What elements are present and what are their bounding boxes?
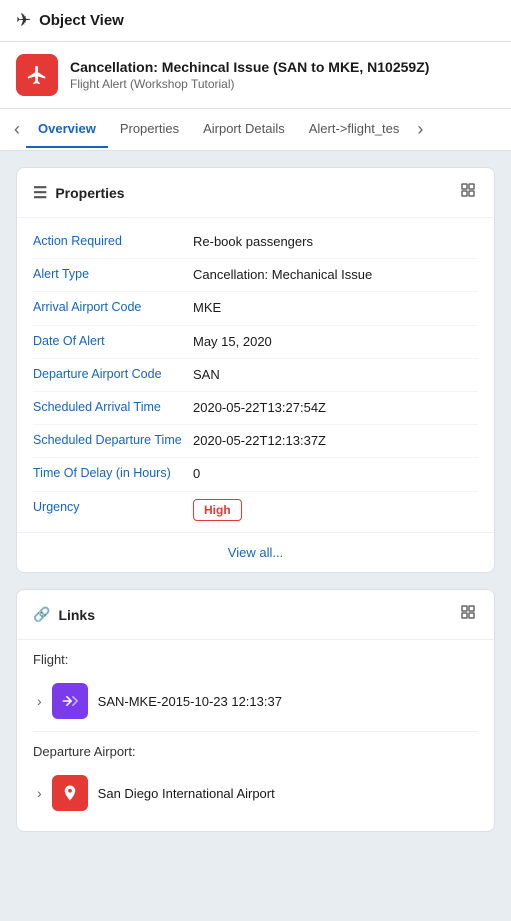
link-chevron-flight: ›: [37, 693, 42, 709]
view-all-link[interactable]: View all...: [228, 545, 283, 560]
flight-link-label: SAN-MKE-2015-10-23 12:13:37: [98, 694, 282, 709]
links-card-title-group: 🔗 Links: [33, 606, 95, 623]
tab-nav: ‹ Overview Properties Airport Details Al…: [0, 109, 511, 151]
properties-card: ☰ Properties Action Required Re-book pas…: [16, 167, 495, 573]
prop-value-urgency: High: [193, 499, 478, 522]
prop-label-alert-type: Alert Type: [33, 266, 193, 284]
prop-label-arrival-airport: Arrival Airport Code: [33, 299, 193, 317]
link-chevron-departure: ›: [37, 785, 42, 801]
links-section: Flight: › SAN-MKE-2015-10-23 12:13:37 De…: [17, 640, 494, 831]
top-bar: ✈ Object View: [0, 0, 511, 42]
alert-header-text: Cancellation: Mechincal Issue (SAN to MK…: [70, 59, 429, 91]
tab-nav-left[interactable]: ‹: [8, 109, 26, 150]
prop-label-date-of-alert: Date Of Alert: [33, 333, 193, 351]
tab-airport-details[interactable]: Airport Details: [191, 111, 297, 148]
prop-label-scheduled-arrival: Scheduled Arrival Time: [33, 399, 193, 417]
prop-label-time-of-delay: Time Of Delay (in Hours): [33, 465, 193, 483]
alert-title: Cancellation: Mechincal Issue (SAN to MK…: [70, 59, 429, 75]
prop-row-departure-airport: Departure Airport Code SAN: [33, 359, 478, 392]
tab-properties[interactable]: Properties: [108, 111, 191, 148]
alert-subtitle: Flight Alert (Workshop Tutorial): [70, 77, 429, 91]
prop-label-action-required: Action Required: [33, 233, 193, 251]
prop-row-date-of-alert: Date Of Alert May 15, 2020: [33, 326, 478, 359]
links-divider: [33, 731, 478, 732]
links-card-title: Links: [58, 607, 95, 623]
prop-value-alert-type: Cancellation: Mechanical Issue: [193, 266, 478, 284]
prop-row-arrival-airport: Arrival Airport Code MKE: [33, 292, 478, 325]
page-title: Object View: [39, 12, 124, 29]
prop-value-scheduled-arrival: 2020-05-22T13:27:54Z: [193, 399, 478, 417]
prop-label-urgency: Urgency: [33, 499, 193, 517]
links-group-label-departure: Departure Airport:: [33, 744, 478, 759]
alert-type-icon: [16, 54, 58, 96]
prop-label-departure-airport: Departure Airport Code: [33, 366, 193, 384]
view-all-row: View all...: [17, 532, 494, 572]
tab-nav-right[interactable]: ›: [411, 109, 429, 150]
flight-link-icon-box: [52, 683, 88, 719]
prop-row-alert-type: Alert Type Cancellation: Mechanical Issu…: [33, 259, 478, 292]
properties-card-title-group: ☰ Properties: [33, 183, 125, 203]
departure-airport-label: San Diego International Airport: [98, 786, 275, 801]
main-content: ☰ Properties Action Required Re-book pas…: [0, 151, 511, 848]
links-card: 🔗 Links Flight: ›: [16, 589, 495, 832]
properties-table: Action Required Re-book passengers Alert…: [17, 218, 494, 532]
alert-header: Cancellation: Mechincal Issue (SAN to MK…: [0, 42, 511, 109]
properties-expand-button[interactable]: [458, 180, 478, 205]
prop-value-time-of-delay: 0: [193, 465, 478, 483]
prop-row-scheduled-arrival: Scheduled Arrival Time 2020-05-22T13:27:…: [33, 392, 478, 425]
prop-value-action-required: Re-book passengers: [193, 233, 478, 251]
links-expand-button[interactable]: [458, 602, 478, 627]
links-group-label-flight: Flight:: [33, 652, 478, 667]
properties-card-title: Properties: [55, 185, 124, 201]
departure-link-icon-box: [52, 775, 88, 811]
prop-value-scheduled-departure: 2020-05-22T12:13:37Z: [193, 432, 478, 450]
urgency-badge: High: [193, 499, 242, 522]
prop-value-date-of-alert: May 15, 2020: [193, 333, 478, 351]
properties-card-header: ☰ Properties: [17, 168, 494, 218]
prop-value-arrival-airport: MKE: [193, 299, 478, 317]
list-icon: ☰: [33, 183, 47, 203]
prop-row-time-of-delay: Time Of Delay (in Hours) 0: [33, 458, 478, 491]
link-icon: 🔗: [33, 606, 50, 623]
tab-overview[interactable]: Overview: [26, 111, 108, 148]
tab-alert-flight-tes[interactable]: Alert->flight_tes: [297, 111, 412, 148]
prop-row-action-required: Action Required Re-book passengers: [33, 226, 478, 259]
prop-row-scheduled-departure: Scheduled Departure Time 2020-05-22T12:1…: [33, 425, 478, 458]
link-item-flight[interactable]: › SAN-MKE-2015-10-23 12:13:37: [33, 675, 478, 727]
prop-row-urgency: Urgency High: [33, 492, 478, 529]
link-item-departure-airport[interactable]: › San Diego International Airport: [33, 767, 478, 819]
plane-icon: ✈: [16, 10, 31, 31]
links-card-header: 🔗 Links: [17, 590, 494, 640]
prop-label-scheduled-departure: Scheduled Departure Time: [33, 432, 193, 450]
prop-value-departure-airport: SAN: [193, 366, 478, 384]
